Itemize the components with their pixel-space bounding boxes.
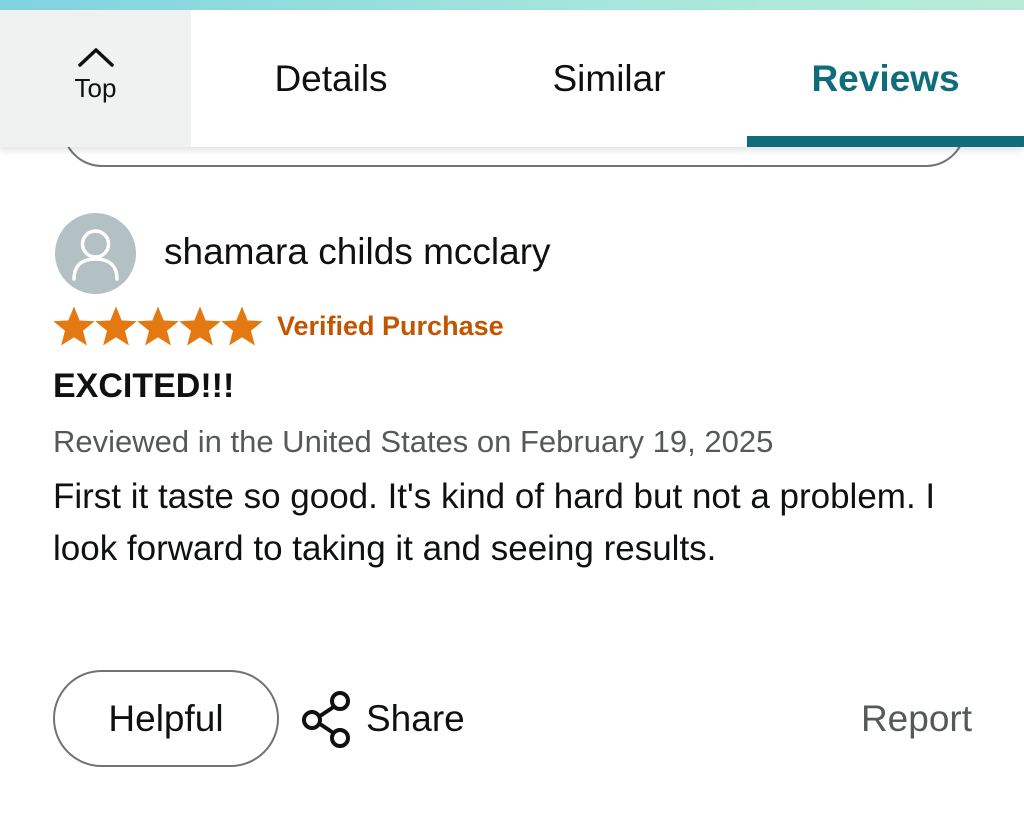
- tab-details[interactable]: Details: [191, 10, 471, 147]
- top-accent-strip: [0, 0, 1024, 10]
- reviewer-name[interactable]: shamara childs mcclary: [164, 231, 551, 273]
- star-rating: [53, 307, 263, 347]
- tab-reviews[interactable]: Reviews: [747, 10, 1024, 147]
- star-icon: [95, 307, 137, 346]
- user-silhouette-icon: [72, 229, 119, 281]
- top-label: Top: [74, 73, 117, 103]
- review-title: EXCITED!!!: [53, 367, 235, 405]
- report-link[interactable]: Report: [861, 698, 972, 740]
- avatar: [55, 213, 136, 294]
- back-to-top-button[interactable]: Top: [0, 10, 191, 147]
- verified-purchase-badge: Verified Purchase: [277, 311, 504, 341]
- active-tab-indicator: [747, 136, 1024, 147]
- star-icon: [179, 307, 221, 346]
- review-body: First it taste so good. It's kind of har…: [53, 477, 936, 568]
- share-label: Share: [366, 698, 465, 739]
- star-icon: [53, 307, 95, 346]
- star-icon: [221, 307, 263, 346]
- star-icon: [137, 307, 179, 346]
- tab-similar[interactable]: Similar: [471, 10, 747, 147]
- section-tab-bar: Top Details Similar Reviews: [0, 10, 1024, 147]
- chevron-up-icon: [77, 48, 114, 67]
- helpful-button[interactable]: Helpful: [53, 670, 279, 767]
- share-icon: [302, 691, 350, 748]
- review-date: Reviewed in the United States on Februar…: [53, 424, 774, 459]
- share-button[interactable]: Share: [298, 688, 465, 750]
